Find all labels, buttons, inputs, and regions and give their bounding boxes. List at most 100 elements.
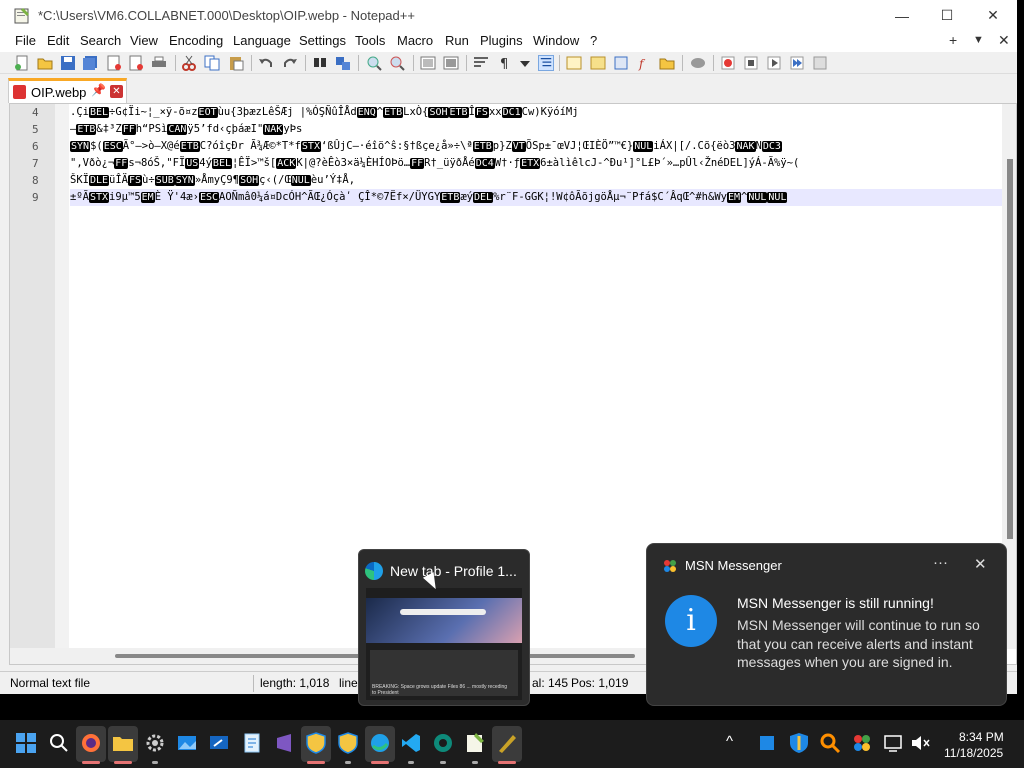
code-line: —ETB&‡³ZFFh“PSìCANÿ5’fd‹çþáæI"NAKyÞs (70, 123, 303, 135)
toolbar-separator (713, 55, 714, 71)
menu-plugins[interactable]: Plugins (480, 33, 523, 48)
undo-icon[interactable] (258, 55, 274, 71)
menu-language[interactable]: Language (233, 33, 291, 48)
tab-oip-webp[interactable]: OIP.webp 📌 ✕ (8, 78, 127, 103)
shield-icon[interactable] (305, 732, 327, 754)
function-list-icon[interactable]: f (636, 55, 652, 71)
menu-encoding[interactable]: Encoding (169, 33, 223, 48)
running-indicator (371, 761, 389, 764)
menu-help[interactable]: ? (590, 33, 597, 48)
clock-time[interactable]: 8:34 PM (959, 730, 1004, 744)
menu-view[interactable]: View (130, 33, 158, 48)
save-macro-icon[interactable] (812, 55, 828, 71)
status-lines: line (339, 676, 358, 690)
line-number: 6 (32, 140, 39, 153)
folder-workspace-icon[interactable] (659, 55, 675, 71)
clock-date[interactable]: 11/18/2025 (944, 746, 1003, 760)
zoom-out-icon[interactable] (389, 55, 405, 71)
photos-icon[interactable] (176, 732, 198, 754)
menu-edit[interactable]: Edit (47, 33, 69, 48)
menu-window[interactable]: Window (533, 33, 579, 48)
visual-studio-icon[interactable] (273, 732, 295, 754)
status-length: length: 1,018 (260, 676, 330, 690)
cut-icon[interactable] (181, 55, 197, 71)
copy-icon[interactable] (204, 55, 220, 71)
menu-macro[interactable]: Macro (397, 33, 433, 48)
control-char-badge: FF (410, 158, 425, 169)
open-file-icon[interactable] (37, 55, 53, 71)
show-all-chars-icon[interactable]: ¶ (497, 55, 513, 71)
tab-close-icon[interactable]: ✕ (110, 85, 123, 98)
tray-blue-square-icon[interactable] (756, 732, 778, 754)
volume-muted-icon[interactable] (909, 732, 931, 754)
msn-notification-toast[interactable]: MSN Messenger ··· ✕ i MSN Messenger is s… (646, 543, 1007, 706)
close-document-button[interactable]: ✕ (998, 32, 1010, 49)
tray-msn-icon[interactable] (851, 732, 873, 754)
record-macro-icon[interactable] (720, 55, 736, 71)
doc-map-icon[interactable] (590, 55, 606, 71)
play-macro-icon[interactable] (766, 55, 782, 71)
close-all-icon[interactable] (128, 55, 144, 71)
new-file-icon[interactable] (14, 55, 30, 71)
toast-close-button[interactable]: ✕ (974, 555, 987, 573)
minimize-button[interactable]: — (879, 0, 925, 31)
user-lang-icon[interactable] (566, 55, 582, 71)
doc-list-icon[interactable] (613, 55, 629, 71)
redo-icon[interactable] (282, 55, 298, 71)
edge-taskbar-preview[interactable]: New tab - Profile 1... BREAKING: Space g… (358, 549, 530, 706)
file-explorer-icon[interactable] (112, 732, 134, 754)
vscode-icon[interactable] (400, 732, 422, 754)
monitoring-icon[interactable] (690, 55, 706, 71)
vertical-scroll-thumb[interactable] (1007, 159, 1013, 539)
status-separator (253, 675, 254, 692)
zoom-in-icon[interactable] (366, 55, 382, 71)
run-macro-multiple-icon[interactable] (789, 55, 805, 71)
running-indicator (82, 761, 100, 764)
control-char-badge: CAN (167, 124, 188, 135)
maximize-button[interactable]: ☐ (924, 0, 970, 31)
find-icon[interactable] (312, 55, 328, 71)
tray-shield-icon[interactable] (788, 732, 810, 754)
tab-list-button[interactable]: ▼ (973, 34, 984, 46)
stop-macro-icon[interactable] (743, 55, 759, 71)
dropdown-arrow-icon[interactable] (517, 55, 533, 71)
tray-search-orange-icon[interactable] (819, 732, 841, 754)
save-all-icon[interactable] (82, 55, 98, 71)
close-file-icon[interactable] (106, 55, 122, 71)
new-tab-button[interactable]: + (949, 32, 957, 48)
indent-guide-icon[interactable] (538, 55, 554, 71)
remote-desktop-icon[interactable] (208, 732, 230, 754)
tab-label: OIP.webp (31, 85, 87, 100)
pin-icon[interactable]: 📌 (91, 83, 106, 97)
menu-settings[interactable]: Settings (299, 33, 346, 48)
network-monitor-icon[interactable] (883, 732, 905, 754)
firefox-icon[interactable] (80, 732, 102, 754)
menu-search[interactable]: Search (80, 33, 121, 48)
control-char-badge: SOH (239, 175, 260, 186)
menu-run[interactable]: Run (445, 33, 469, 48)
tray-overflow-caret[interactable]: ^ (726, 733, 733, 750)
toast-more-button[interactable]: ··· (933, 554, 948, 571)
close-window-button[interactable]: ✕ (970, 0, 1016, 31)
windows-start-icon[interactable] (15, 732, 37, 754)
notepadpp-icon[interactable] (464, 732, 486, 754)
save-icon[interactable] (60, 55, 76, 71)
shield-icon[interactable] (337, 732, 359, 754)
notepad-icon[interactable] (241, 732, 263, 754)
sync-horizontal-icon[interactable] (443, 55, 459, 71)
svg-text:f: f (638, 57, 646, 71)
settings-gear-icon[interactable] (144, 732, 166, 754)
search-icon[interactable] (48, 732, 70, 754)
menu-tools[interactable]: Tools (355, 33, 385, 48)
edge-icon[interactable] (369, 732, 391, 754)
paste-icon[interactable] (228, 55, 244, 71)
notepadpp-chameleon-icon[interactable] (496, 732, 518, 754)
print-icon[interactable] (151, 55, 167, 71)
msn-butterfly-icon (664, 560, 676, 572)
sync-vertical-icon[interactable] (420, 55, 436, 71)
replace-icon[interactable] (335, 55, 351, 71)
preview-thumbnail[interactable]: BREAKING: Space grows update Files 86 ..… (366, 588, 522, 700)
word-wrap-icon[interactable] (473, 55, 489, 71)
menu-file[interactable]: File (15, 33, 36, 48)
edge-dev-icon[interactable] (432, 732, 454, 754)
